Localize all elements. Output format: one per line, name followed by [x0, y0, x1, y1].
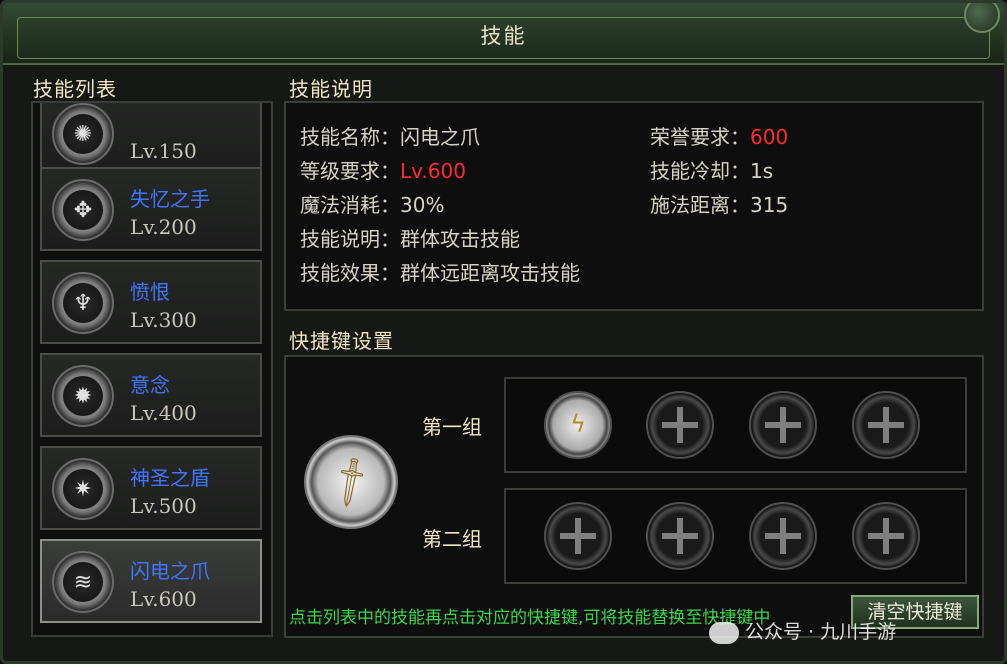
skill-level: Lv.150 — [130, 139, 197, 163]
value: 30% — [400, 193, 445, 217]
sun-rays-icon: ✺ — [52, 103, 114, 165]
description-title: 技能说明 — [289, 77, 373, 101]
desc-row-description: 技能说明：群体攻击技能 — [300, 223, 520, 252]
skill-level: Lv.400 — [130, 401, 197, 425]
value: 群体远距离攻击技能 — [400, 261, 580, 285]
label: 荣誉要求： — [650, 125, 750, 149]
hotkey-slot[interactable] — [749, 502, 817, 570]
desc-row-effect: 技能效果：群体远距离攻击技能 — [300, 257, 580, 286]
desc-row-name: 技能名称：闪电之爪 — [300, 121, 480, 150]
value: Lv.600 — [400, 159, 466, 183]
watermark-text: 公众号 · 九川手游 — [745, 621, 897, 643]
watermark: 公众号 · 九川手游 — [709, 617, 896, 644]
wechat-icon — [709, 621, 739, 644]
plus-icon — [765, 518, 801, 554]
skill-list[interactable]: ✺ Lv.150 ✥ 失忆之手 Lv.200 ♆ 愤恨 Lv.300 ✹ 意念 … — [31, 101, 273, 637]
value: 闪电之爪 — [400, 125, 480, 149]
hotkey-group-2 — [504, 488, 967, 584]
desc-row-mana: 魔法消耗：30% — [300, 189, 444, 218]
hotkey-group-1: ϟ — [504, 377, 967, 473]
skill-level: Lv.300 — [130, 308, 197, 332]
demon-head-icon: ♆ — [52, 272, 114, 334]
skill-name: 意念 — [130, 373, 170, 397]
group2-label: 第二组 — [422, 527, 482, 551]
window-title: 技能 — [480, 24, 527, 48]
plus-icon — [662, 518, 698, 554]
title-bar: 技能 — [3, 3, 1004, 65]
label: 技能冷却： — [650, 159, 750, 183]
skill-list-title: 技能列表 — [33, 77, 117, 101]
plus-icon — [868, 518, 904, 554]
value: 315 — [750, 193, 789, 217]
hotkey-slot[interactable] — [852, 502, 920, 570]
skill-item[interactable]: ✺ Lv.150 — [40, 103, 262, 175]
skill-item[interactable]: ✹ 意念 Lv.400 — [40, 353, 262, 437]
hotkey-title: 快捷键设置 — [289, 329, 394, 353]
label: 施法距离： — [650, 193, 750, 217]
desc-row-cooldown: 技能冷却：1s — [650, 155, 773, 184]
starburst-icon: ✷ — [52, 458, 114, 520]
skill-name: 愤恨 — [130, 280, 170, 304]
desc-row-honor: 荣誉要求：600 — [650, 121, 788, 150]
skill-window: 技能 技能列表 ✺ Lv.150 ✥ 失忆之手 Lv.200 ♆ 愤恨 Lv.3… — [0, 0, 1007, 664]
hotkey-slot[interactable] — [646, 502, 714, 570]
value: 1s — [750, 159, 774, 183]
hotkey-slot[interactable] — [646, 391, 714, 459]
desc-row-level: 等级要求：Lv.600 — [300, 155, 466, 184]
skill-name: 失忆之手 — [130, 187, 210, 211]
skill-item[interactable]: ♆ 愤恨 Lv.300 — [40, 260, 262, 344]
skill-name: 闪电之爪 — [130, 559, 210, 583]
label: 技能说明： — [300, 227, 400, 251]
skill-level: Lv.200 — [130, 215, 197, 239]
label: 等级要求： — [300, 159, 400, 183]
skill-level: Lv.600 — [130, 587, 197, 611]
skill-item[interactable]: ✷ 神圣之盾 Lv.500 — [40, 446, 262, 530]
value: 600 — [750, 125, 789, 149]
hint-text: 点击列表中的技能再点击对应的快捷键,可将技能替换至快捷键中 — [289, 608, 771, 628]
skill-level: Lv.500 — [130, 494, 197, 518]
plus-icon — [662, 407, 698, 443]
desc-row-range: 施法距离：315 — [650, 189, 788, 218]
lightning-claw-icon[interactable]: ϟ — [544, 391, 612, 459]
description-panel: 技能名称：闪电之爪 等级要求：Lv.600 魔法消耗：30% 技能说明：群体攻击… — [284, 101, 984, 311]
wings-icon: ✥ — [52, 179, 114, 241]
label: 魔法消耗： — [300, 193, 400, 217]
swirl-icon: ✹ — [52, 365, 114, 427]
plus-icon — [765, 407, 801, 443]
plus-icon — [560, 518, 596, 554]
label: 技能效果： — [300, 261, 400, 285]
plus-icon — [868, 407, 904, 443]
skill-name: 神圣之盾 — [130, 466, 210, 490]
skill-item[interactable]: ✥ 失忆之手 Lv.200 — [40, 167, 262, 251]
hotkey-slot[interactable] — [544, 502, 612, 570]
claw-icon: ≋ — [52, 551, 114, 613]
hotkey-slot[interactable] — [749, 391, 817, 459]
skill-item-selected[interactable]: ≋ 闪电之爪 Lv.600 — [40, 539, 262, 623]
hotkey-slot[interactable] — [852, 391, 920, 459]
value: 群体攻击技能 — [400, 227, 520, 251]
label: 技能名称： — [300, 125, 400, 149]
group1-label: 第一组 — [422, 415, 482, 439]
selected-skill-icon[interactable]: 🗡 — [304, 435, 398, 529]
